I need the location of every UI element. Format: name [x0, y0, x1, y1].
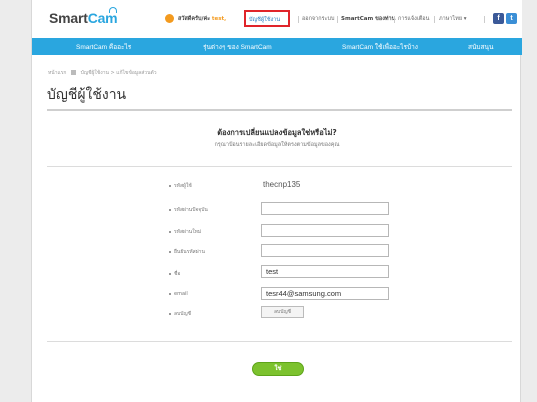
main-menu: SmartCam คืออะไร รุ่นต่างๆ ของ SmartCam … [32, 38, 522, 55]
bullet-icon [169, 272, 171, 275]
name-label-text: ชื่อ [174, 271, 181, 277]
bullet-icon [169, 230, 171, 233]
menu-item-what-is[interactable]: SmartCam คืออะไร [76, 42, 131, 52]
facebook-icon[interactable]: f [493, 13, 504, 24]
my-smartcam-link[interactable]: SmartCam ของท่าน [341, 15, 395, 23]
confirm-password-label: ยืนยันรหัสผ่าน [169, 248, 205, 256]
current-password-label-text: รหัสผ่านปัจจุบัน [174, 207, 208, 213]
confirm-question: ต้องการเปลี่ยนแปลงข้อมูลใช่หรือไม่? [217, 128, 337, 137]
logout-link[interactable]: ออกจากระบบ [302, 15, 334, 23]
account-link[interactable]: บัญชีผู้ใช้งาน [244, 10, 290, 27]
account-link-label: บัญชีผู้ใช้งาน [249, 17, 281, 23]
menu-item-models[interactable]: รุ่นต่างๆ ของ SmartCam [203, 42, 272, 52]
name-field[interactable]: test [261, 265, 389, 278]
home-icon [71, 70, 77, 75]
breadcrumb: หน้าแรก บัญชีผู้ใช้งาน > แก้ไขข้อมูลส่วน… [48, 69, 157, 77]
username: test, [211, 16, 227, 22]
page-title: บัญชีผู้ใช้งาน [47, 87, 127, 103]
user-id-label-text: รหัสผู้ใช้ [174, 183, 192, 189]
email-label: email [169, 291, 188, 297]
user-id-label: รหัสผู้ใช้ [169, 182, 192, 190]
nav-divider [298, 16, 299, 23]
language-select[interactable]: ภาษาไทย ▾ [439, 15, 467, 23]
bullet-icon [169, 208, 171, 211]
delete-account-label: ลบบัญชี [169, 310, 191, 318]
instruction-text: กรุณาป้อนรายละเอียดข้อมูลให้ตรงตามข้อมูล… [214, 142, 340, 148]
nav-divider [484, 16, 485, 23]
current-password-field[interactable] [261, 202, 389, 215]
greeting-text: สวัสดีครับ/ค่ะ test, [178, 15, 226, 23]
my-smartcam-label: SmartCam ของท่าน [341, 16, 396, 22]
email-field[interactable]: tesr44@samsung.com [261, 287, 389, 300]
logo-text-smart: Smart [49, 10, 88, 26]
confirm-password-field[interactable] [261, 244, 389, 257]
nav-divider [337, 16, 338, 23]
delete-account-label-text: ลบบัญชี [174, 311, 192, 317]
nav-divider [394, 16, 395, 23]
user-icon [165, 14, 174, 23]
user-id-value: thecnp135 [263, 180, 301, 189]
logo-signal-icon [109, 7, 117, 13]
twitter-icon[interactable]: t [506, 13, 517, 24]
notification-link[interactable]: การแจ้งเตือน [398, 15, 429, 23]
page-container: SmartCam สวัสดีครับ/ค่ะ test, บัญชีผู้ใช… [31, 0, 522, 402]
top-header: SmartCam สวัสดีครับ/ค่ะ test, บัญชีผู้ใช… [32, 0, 522, 38]
language-label: ภาษาไทย [439, 16, 463, 22]
breadcrumb-path: บัญชีผู้ใช้งาน > แก้ไขข้อมูลส่วนตัว [80, 70, 157, 76]
menu-item-uses[interactable]: SmartCam ใช้เพื่ออะไรบ้าง [342, 42, 418, 52]
title-divider [47, 109, 512, 111]
menu-item-support[interactable]: สนับสนุน [468, 42, 493, 52]
bullet-icon [169, 312, 171, 315]
submit-button[interactable]: ใช่ [252, 362, 304, 376]
new-password-label: รหัสผ่านใหม่ [169, 228, 201, 236]
confirm-password-label-text: ยืนยันรหัสผ่าน [174, 249, 205, 255]
name-label: ชื่อ [169, 270, 180, 278]
smartcam-logo[interactable]: SmartCam [49, 10, 118, 26]
delete-account-button[interactable]: ลบบัญชี [261, 306, 304, 318]
new-password-field[interactable] [261, 224, 389, 237]
new-password-label-text: รหัสผ่านใหม่ [174, 229, 202, 235]
greeting-label: สวัสดีครับ/ค่ะ [178, 16, 211, 22]
email-label-text: email [174, 291, 188, 297]
bullet-icon [169, 184, 171, 187]
current-password-label: รหัสผ่านปัจจุบัน [169, 206, 208, 214]
nav-divider [434, 16, 435, 23]
breadcrumb-home[interactable]: หน้าแรก [48, 70, 66, 76]
bullet-icon [169, 292, 171, 295]
form-divider-top [47, 166, 512, 167]
form-divider-bottom [47, 341, 512, 342]
bullet-icon [169, 250, 171, 253]
